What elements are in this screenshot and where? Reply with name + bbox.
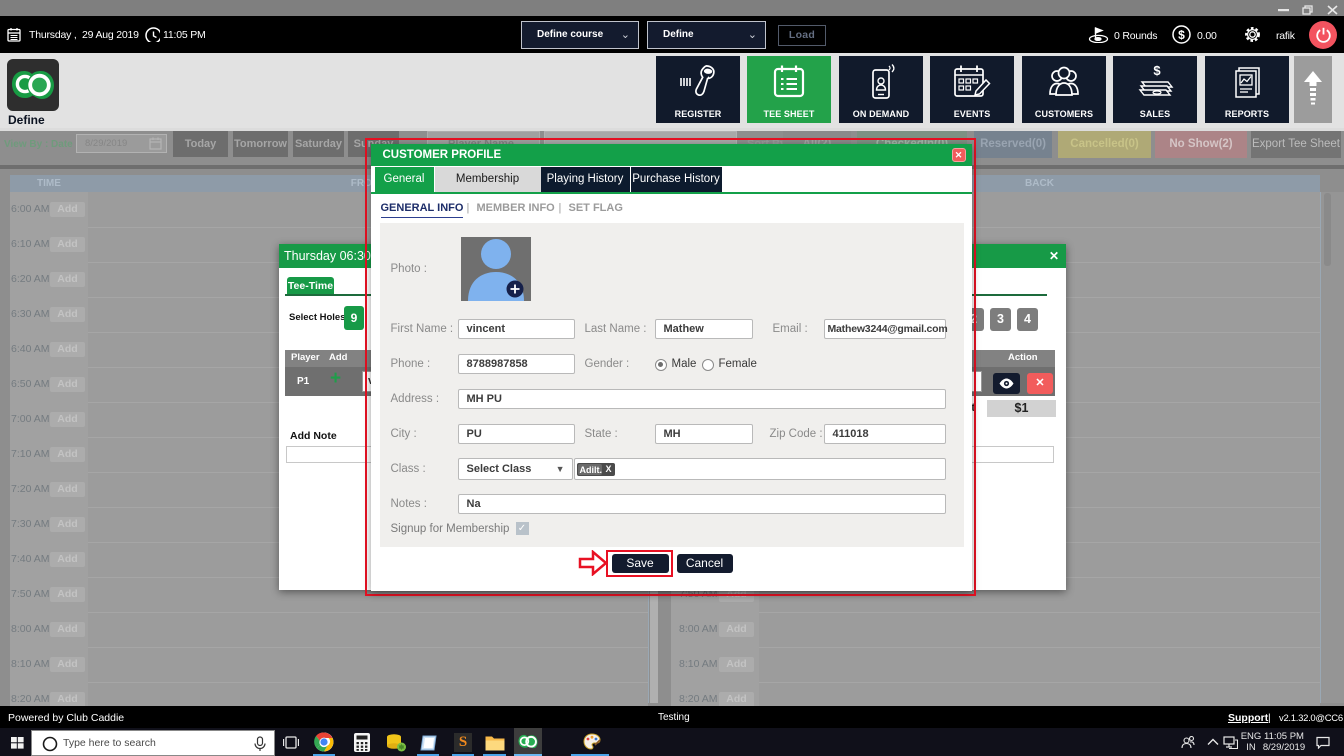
svg-text:$: $ <box>1178 28 1185 42</box>
svg-text:$: $ <box>1153 64 1161 78</box>
